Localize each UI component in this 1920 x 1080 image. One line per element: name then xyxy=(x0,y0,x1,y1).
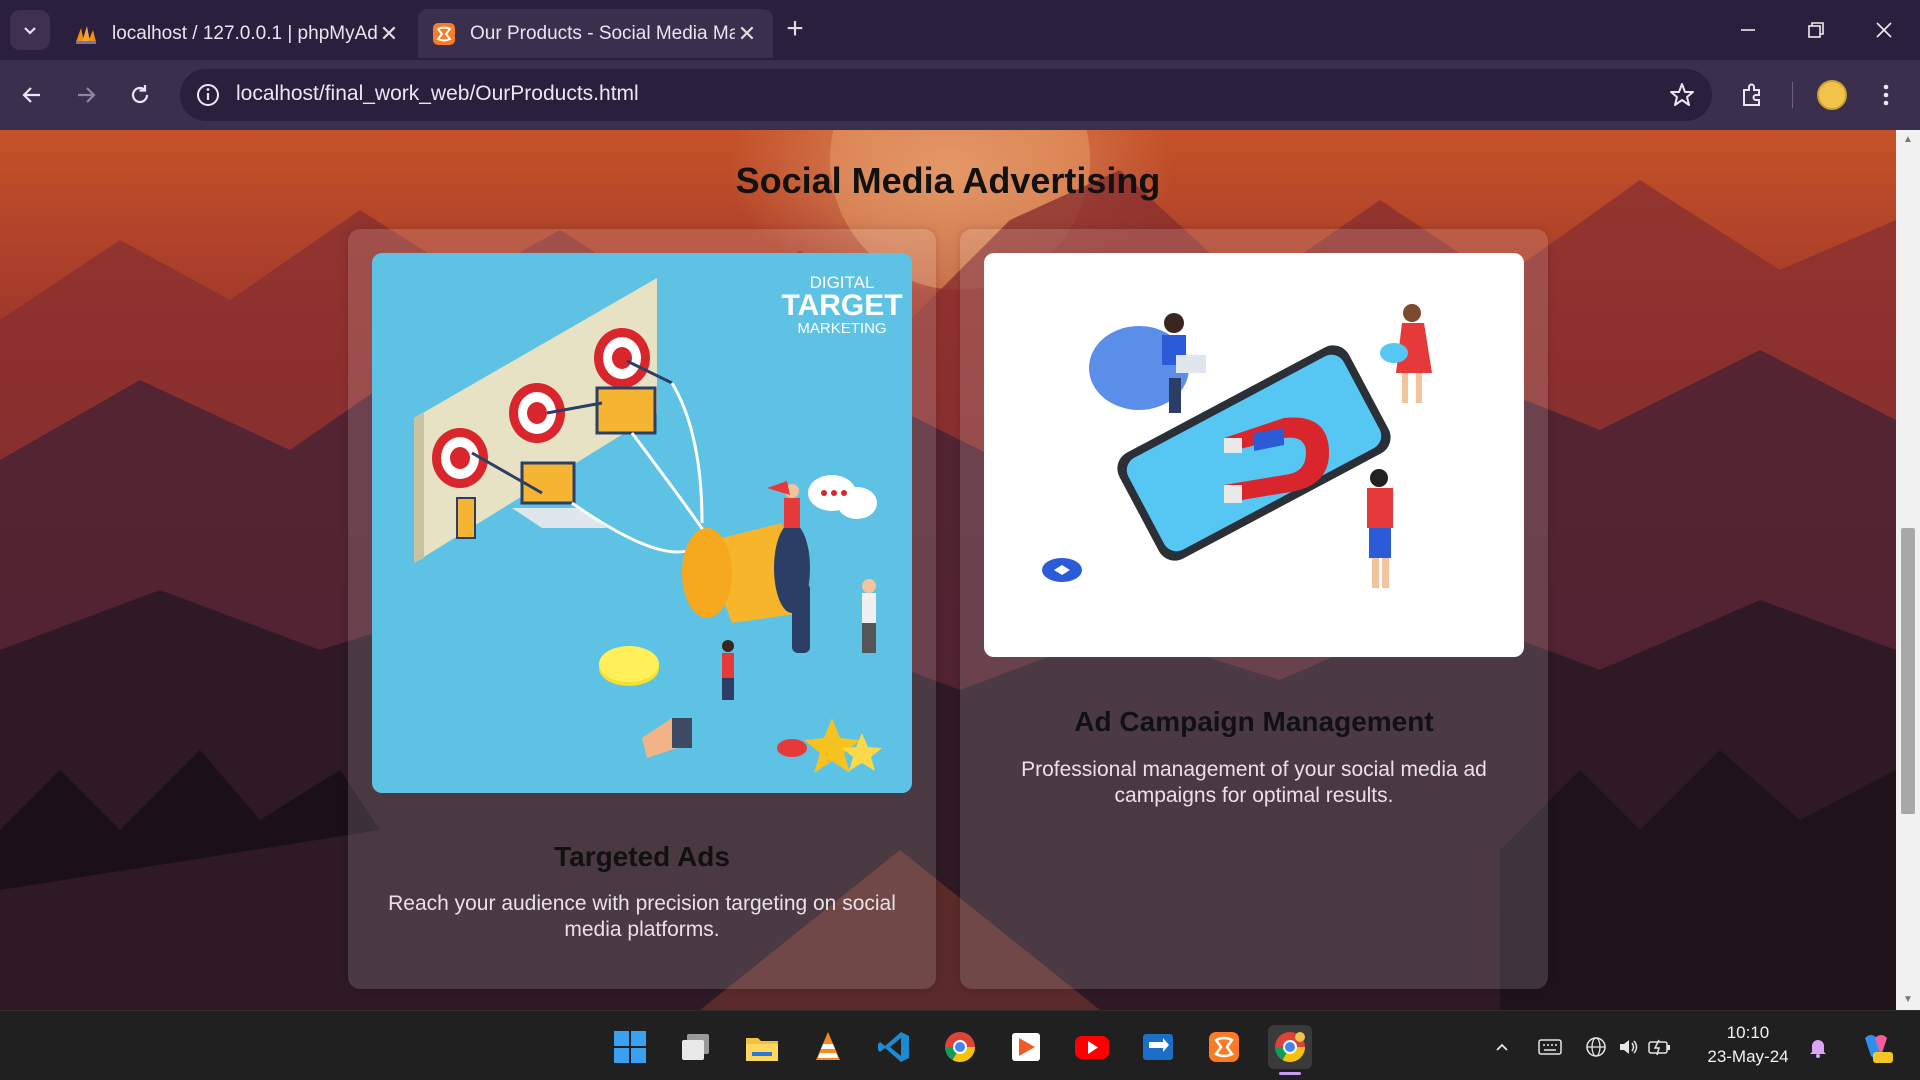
close-window-button[interactable] xyxy=(1864,12,1904,48)
kebab-menu-icon xyxy=(1883,84,1889,106)
extensions-button[interactable] xyxy=(1732,75,1772,115)
url-text[interactable]: localhost/final_work_web/OurProducts.htm… xyxy=(236,82,639,106)
active-app-indicator xyxy=(1279,1072,1301,1075)
tab-strip: localhost / 127.0.0.1 | phpMyAdmin ✕ Our… xyxy=(0,0,1920,60)
avatar xyxy=(1817,80,1847,110)
network-globe-icon[interactable] xyxy=(1582,1033,1610,1061)
tab-title: localhost / 127.0.0.1 | phpMyAdmin xyxy=(112,22,377,44)
task-view-button[interactable] xyxy=(674,1025,718,1069)
section-title: Social Media Advertising xyxy=(735,160,1161,201)
copilot-icon[interactable] xyxy=(1858,1029,1894,1065)
bookmark-star-icon[interactable] xyxy=(1668,81,1696,109)
show-hidden-icons-chevron-icon[interactable] xyxy=(1488,1033,1516,1061)
clock-date: 23-May-24 xyxy=(1707,1047,1789,1066)
forward-button[interactable] xyxy=(66,75,106,115)
card-description: Reach your audience with precision targe… xyxy=(388,892,896,941)
windows-logo-icon xyxy=(614,1031,646,1063)
campaign-management-image xyxy=(984,253,1524,657)
xampp-button[interactable] xyxy=(1202,1025,1246,1069)
arrow-right-icon xyxy=(78,87,96,103)
minimize-button[interactable] xyxy=(1728,12,1768,48)
restore-button[interactable] xyxy=(1796,12,1836,48)
browser-toolbar: localhost/final_work_web/OurProducts.htm… xyxy=(0,60,1920,130)
volume-icon[interactable] xyxy=(1614,1033,1642,1061)
battery-charging-icon[interactable] xyxy=(1646,1033,1674,1061)
chrome-button[interactable] xyxy=(938,1025,982,1069)
xampp-icon xyxy=(433,22,455,45)
product-card-ad-campaign: Ad Campaign Management Professional mana… xyxy=(960,229,1548,989)
media-player-icon xyxy=(1012,1033,1040,1061)
close-tab-icon[interactable]: ✕ xyxy=(735,21,759,46)
vlc-button[interactable] xyxy=(806,1025,850,1069)
file-explorer-button[interactable] xyxy=(740,1025,784,1069)
back-button[interactable] xyxy=(12,75,52,115)
mountain-background xyxy=(0,130,1896,1010)
tab-our-products[interactable]: Our Products - Social Media Marketing ✕ xyxy=(418,9,773,58)
card-title: Ad Campaign Management xyxy=(1074,706,1434,737)
restore-icon xyxy=(1808,22,1824,38)
xampp-icon xyxy=(1209,1032,1239,1062)
toolbar-divider xyxy=(1792,82,1793,108)
notification-bell-icon[interactable] xyxy=(1804,1033,1832,1061)
vlc-cone-icon xyxy=(816,1032,840,1060)
tab-title: Our Products - Social Media Marketing xyxy=(470,22,735,44)
profile-button[interactable] xyxy=(1812,75,1852,115)
chrome-profile-button[interactable] xyxy=(1268,1025,1312,1075)
vscode-icon xyxy=(878,1032,909,1062)
new-tab-button[interactable]: + xyxy=(780,14,810,44)
system-clock[interactable]: 10:10 23-May-24 xyxy=(1700,1021,1796,1069)
minimize-icon xyxy=(1741,29,1755,31)
remote-desktop-icon xyxy=(1143,1034,1173,1060)
folder-icon xyxy=(746,1038,778,1061)
media-player-button[interactable] xyxy=(1004,1025,1048,1069)
reload-icon xyxy=(131,85,149,104)
scrollbar-thumb[interactable] xyxy=(1901,528,1915,814)
product-card-targeted-ads: DIGITAL TARGET MARKETING Targeted Ads Re… xyxy=(348,229,936,989)
close-icon xyxy=(1876,22,1892,38)
keyboard-icon[interactable] xyxy=(1536,1033,1564,1061)
tab-phpmyadmin[interactable]: localhost / 127.0.0.1 | phpMyAdmin ✕ xyxy=(60,9,415,58)
target-marketing-illustration: DIGITAL TARGET MARKETING xyxy=(414,273,903,773)
card-description: Professional management of your social m… xyxy=(1021,758,1487,807)
image-caption-line2: TARGET xyxy=(781,289,902,322)
scroll-down-arrow-icon[interactable]: ▼ xyxy=(1896,990,1920,1010)
site-info-icon[interactable] xyxy=(194,81,222,109)
targeted-ads-image: DIGITAL TARGET MARKETING xyxy=(372,253,912,793)
windows-start-button[interactable] xyxy=(608,1025,652,1069)
task-view-icon xyxy=(682,1034,709,1060)
clock-time: 10:10 xyxy=(1726,1023,1770,1042)
card-title: Targeted Ads xyxy=(554,841,730,872)
page-scrollbar[interactable]: ▲ ▼ xyxy=(1896,130,1920,1010)
tab-search-button[interactable] xyxy=(10,10,50,50)
reload-button[interactable] xyxy=(120,75,160,115)
remote-app-button[interactable] xyxy=(1136,1025,1180,1069)
youtube-button[interactable] xyxy=(1070,1025,1114,1069)
campaign-illustration xyxy=(1042,304,1432,588)
image-caption-line3: MARKETING xyxy=(797,320,886,337)
chevron-down-icon xyxy=(24,27,36,35)
address-bar[interactable]: localhost/final_work_web/OurProducts.htm… xyxy=(180,69,1712,121)
chrome-icon xyxy=(1275,1032,1305,1063)
close-tab-icon[interactable]: ✕ xyxy=(377,21,401,46)
youtube-icon xyxy=(1075,1036,1109,1059)
menu-button[interactable] xyxy=(1866,75,1906,115)
windows-taskbar: 10:10 23-May-24 xyxy=(0,1010,1920,1080)
scroll-up-arrow-icon[interactable]: ▲ xyxy=(1896,130,1920,150)
puzzle-icon xyxy=(1743,83,1760,106)
page-viewport: Social Media Advertising DIGITAL TARGET … xyxy=(0,130,1920,1010)
phpmyadmin-icon xyxy=(76,25,96,44)
chrome-icon xyxy=(945,1032,975,1063)
arrow-left-icon xyxy=(22,87,40,103)
vscode-button[interactable] xyxy=(872,1025,916,1069)
